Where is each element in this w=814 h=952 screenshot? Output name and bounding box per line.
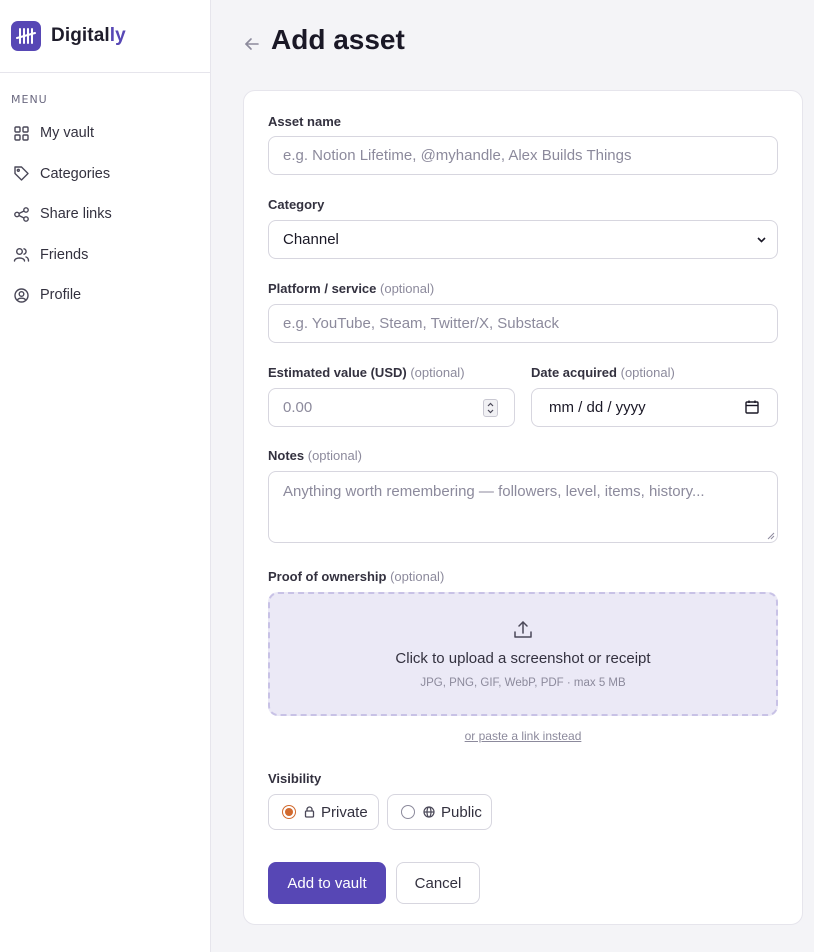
sidebar-item-label: Profile — [40, 287, 82, 304]
notes-label: Notes (optional) — [268, 448, 362, 463]
brand-name-main: Digital — [51, 25, 110, 46]
public-radio[interactable] — [401, 805, 415, 819]
sidebar-item-share-links[interactable]: Share links — [0, 194, 210, 235]
value-input[interactable]: 0.00 — [268, 388, 515, 427]
value-label-text: Estimated value (USD) — [268, 365, 407, 380]
asset-name-placeholder: e.g. Notion Lifetime, @myhandle, Alex Bu… — [283, 147, 632, 164]
upload-hint: JPG, PNG, GIF, WebP, PDF · max 5 MB — [420, 677, 626, 689]
visibility-label-text: Visibility — [268, 771, 322, 786]
calendar-icon[interactable] — [744, 399, 760, 415]
sidebar: Digitally MENU My vault Categories Share… — [0, 0, 211, 952]
upload-dropzone[interactable]: Click to upload a screenshot or receipt … — [268, 592, 778, 716]
platform-input[interactable]: e.g. YouTube, Steam, Twitter/X, Substack — [268, 304, 778, 343]
brand-name-accent: ly — [109, 25, 126, 46]
chevron-down-icon — [757, 237, 766, 243]
date-input[interactable]: mm / dd / yyyy — [531, 388, 778, 427]
category-select-value: Channel — [283, 231, 339, 248]
number-stepper[interactable] — [483, 399, 498, 417]
optional-tag: (optional) — [307, 448, 362, 463]
proof-label-text: Proof of ownership — [268, 569, 387, 584]
category-label: Category — [268, 197, 324, 212]
value-placeholder: 0.00 — [283, 399, 313, 416]
private-radio[interactable] — [282, 805, 296, 819]
notes-placeholder: Anything worth remembering — followers, … — [283, 483, 705, 500]
sidebar-item-profile[interactable]: Profile — [0, 275, 210, 316]
page-title: Add asset — [271, 24, 405, 55]
brand[interactable]: Digitally — [0, 0, 210, 73]
paste-link[interactable]: or paste a link instead — [244, 729, 802, 743]
platform-placeholder: e.g. YouTube, Steam, Twitter/X, Substack — [283, 315, 559, 332]
category-label-text: Category — [268, 197, 325, 212]
platform-label: Platform / service (optional) — [268, 281, 434, 296]
visibility-private-option[interactable]: Private — [268, 794, 379, 830]
cancel-button[interactable]: Cancel — [396, 862, 480, 904]
menu-label: MENU — [11, 93, 48, 106]
sidebar-item-label: My vault — [40, 125, 94, 142]
optional-tag: (optional) — [620, 365, 675, 380]
sidebar-item-my-vault[interactable]: My vault — [0, 113, 210, 154]
category-select[interactable]: Channel — [268, 220, 778, 259]
grid-icon — [14, 126, 29, 141]
sidebar-item-categories[interactable]: Categories — [0, 154, 210, 195]
optional-tag: (optional) — [410, 365, 465, 380]
globe-icon — [423, 806, 435, 818]
date-placeholder: mm / dd / yyyy — [549, 399, 646, 416]
sidebar-item-label: Friends — [40, 246, 89, 263]
notes-label-text: Notes — [268, 448, 305, 463]
add-asset-form: Asset name e.g. Notion Lifetime, @myhand… — [243, 90, 803, 925]
date-label: Date acquired (optional) — [531, 365, 675, 380]
resize-grip-icon[interactable] — [766, 531, 775, 540]
optional-tag: (optional) — [380, 281, 435, 296]
asset-name-label-text: Asset name — [268, 114, 341, 129]
asset-name-label: Asset name — [268, 114, 341, 129]
optional-tag: (optional) — [390, 569, 445, 584]
public-label: Public — [441, 803, 482, 821]
lock-icon — [304, 806, 315, 818]
date-label-text: Date acquired — [531, 365, 617, 380]
visibility-public-option[interactable]: Public — [387, 794, 492, 830]
brand-name: Digitally — [51, 25, 126, 47]
platform-label-text: Platform / service — [268, 281, 377, 296]
users-icon — [13, 248, 30, 262]
upload-title: Click to upload a screenshot or receipt — [395, 650, 651, 667]
logo-icon — [11, 21, 41, 51]
value-label: Estimated value (USD) (optional) — [268, 365, 465, 380]
back-arrow-icon[interactable] — [243, 35, 261, 53]
add-to-vault-button[interactable]: Add to vault — [268, 862, 386, 904]
share-icon — [14, 206, 29, 222]
asset-name-input[interactable]: e.g. Notion Lifetime, @myhandle, Alex Bu… — [268, 136, 778, 175]
proof-label: Proof of ownership (optional) — [268, 569, 444, 584]
tag-icon — [14, 166, 29, 181]
sidebar-item-label: Categories — [40, 165, 111, 182]
sidebar-item-friends[interactable]: Friends — [0, 235, 210, 276]
private-label: Private — [321, 803, 368, 821]
upload-icon — [514, 621, 532, 638]
sidebar-nav: My vault Categories Share links Friends — [0, 113, 210, 316]
notes-textarea[interactable]: Anything worth remembering — followers, … — [268, 471, 778, 543]
sidebar-item-label: Share links — [40, 206, 112, 223]
user-circle-icon — [14, 288, 29, 303]
visibility-label: Visibility — [268, 771, 321, 786]
